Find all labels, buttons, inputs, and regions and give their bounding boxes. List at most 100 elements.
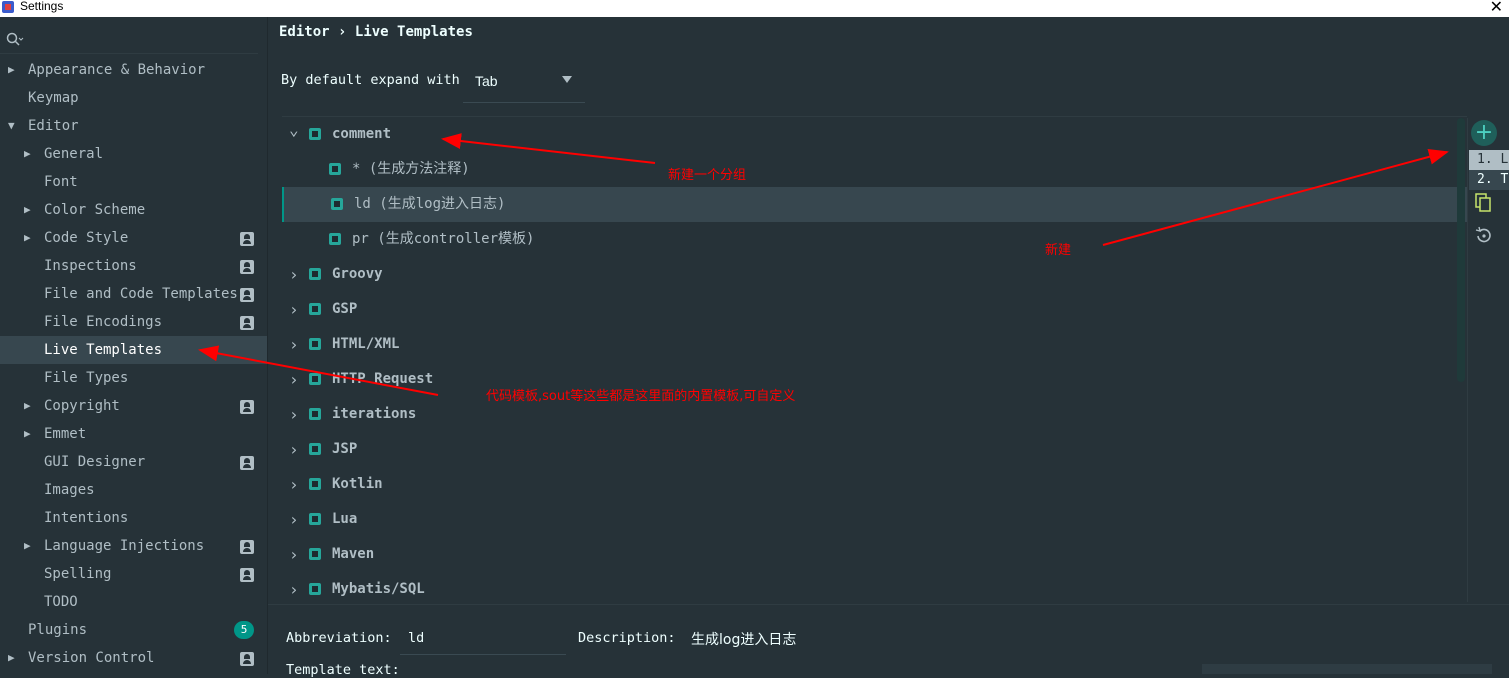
template-row[interactable]: * (生成方法注释): [282, 152, 1467, 187]
enabled-checkbox[interactable]: [309, 268, 321, 280]
sidebar-item-label: GUI Designer: [44, 454, 146, 470]
chevron-right-icon[interactable]: ›: [289, 362, 299, 397]
title-bar: Settings ✕: [0, 0, 1509, 17]
enabled-checkbox[interactable]: [309, 478, 321, 490]
enabled-checkbox[interactable]: [309, 128, 321, 140]
template-text-editor[interactable]: [1202, 664, 1492, 674]
template-group-row[interactable]: › Mybatis/SQL: [282, 572, 1467, 607]
expand-with-value: Tab: [475, 73, 498, 89]
checkmark-icon: [312, 411, 318, 417]
close-icon[interactable]: ✕: [1490, 0, 1503, 17]
template-group-row[interactable]: › Maven: [282, 537, 1467, 572]
template-group-row[interactable]: ⌄ comment: [282, 117, 1467, 152]
collapsed-arrow-icon[interactable]: ▶: [8, 644, 15, 672]
abbreviation-field[interactable]: [400, 622, 566, 655]
enabled-checkbox[interactable]: [329, 233, 341, 245]
sidebar-item-live-templates[interactable]: Live Templates: [0, 336, 267, 364]
collapsed-arrow-icon[interactable]: ▶: [24, 532, 31, 560]
template-row[interactable]: ld (生成log进入日志): [282, 187, 1469, 222]
collapsed-arrow-icon[interactable]: ▶: [24, 392, 31, 420]
template-label: * (生成方法注释): [352, 161, 470, 177]
chevron-down-icon[interactable]: ⌄: [289, 112, 299, 147]
expanded-arrow-icon[interactable]: ▼: [8, 112, 15, 140]
collapsed-arrow-icon[interactable]: ▶: [24, 420, 31, 448]
add-menu-item-live-template[interactable]: 1. L: [1469, 150, 1509, 170]
template-group-row[interactable]: › Kotlin: [282, 467, 1467, 502]
tree-scrollbar[interactable]: [1457, 118, 1465, 382]
enabled-checkbox[interactable]: [309, 373, 321, 385]
sidebar-item-emmet[interactable]: ▶ Emmet: [0, 420, 267, 448]
chevron-right-icon[interactable]: ›: [289, 432, 299, 467]
template-group-row[interactable]: › GSP: [282, 292, 1467, 327]
expand-with-label: By default expand with: [281, 72, 460, 88]
sidebar-item-label: Copyright: [44, 398, 120, 414]
chevron-down-icon: [562, 76, 572, 83]
sidebar-item-code-style[interactable]: ▶ Code Style: [0, 224, 267, 252]
chevron-right-icon[interactable]: ›: [289, 572, 299, 607]
chevron-right-icon[interactable]: ›: [289, 257, 299, 292]
add-icon[interactable]: +: [1471, 120, 1497, 146]
sidebar-item-file-and-code-templates[interactable]: File and Code Templates: [0, 280, 267, 308]
enabled-checkbox[interactable]: [331, 198, 343, 210]
chevron-right-icon[interactable]: ›: [289, 467, 299, 502]
sidebar-item-images[interactable]: Images: [0, 476, 267, 504]
enabled-checkbox[interactable]: [309, 583, 321, 595]
enabled-checkbox[interactable]: [329, 163, 341, 175]
template-group-row[interactable]: › iterations: [282, 397, 1467, 432]
sidebar-item-todo[interactable]: TODO: [0, 588, 267, 616]
enabled-checkbox[interactable]: [309, 513, 321, 525]
project-settings-icon: [240, 288, 254, 302]
sidebar-item-label: Spelling: [44, 566, 112, 582]
template-group-row[interactable]: › Lua: [282, 502, 1467, 537]
sidebar-item-intentions[interactable]: Intentions: [0, 504, 267, 532]
sidebar-search[interactable]: [0, 25, 258, 54]
project-settings-icon: [240, 316, 254, 330]
chevron-right-icon[interactable]: ›: [289, 502, 299, 537]
sidebar-item-editor[interactable]: ▼ Editor: [0, 112, 267, 140]
sidebar-item-appearance-behavior[interactable]: ▶ Appearance & Behavior: [0, 56, 267, 84]
sidebar-item-language-injections[interactable]: ▶ Language Injections: [0, 532, 267, 560]
collapsed-arrow-icon[interactable]: ▶: [24, 140, 31, 168]
breadcrumb: Editor › Live Templates: [279, 24, 473, 40]
collapsed-arrow-icon[interactable]: ▶: [8, 56, 15, 84]
chevron-right-icon[interactable]: ›: [289, 537, 299, 572]
sidebar-item-copyright[interactable]: ▶ Copyright: [0, 392, 267, 420]
copy-icon[interactable]: [1473, 192, 1495, 214]
sidebar-item-keymap[interactable]: Keymap: [0, 84, 267, 112]
collapsed-arrow-icon[interactable]: ▶: [24, 196, 31, 224]
sidebar-item-file-types[interactable]: File Types: [0, 364, 267, 392]
enabled-checkbox[interactable]: [309, 338, 321, 350]
enabled-checkbox[interactable]: [309, 443, 321, 455]
enabled-checkbox[interactable]: [309, 303, 321, 315]
sidebar-item-file-encodings[interactable]: File Encodings: [0, 308, 267, 336]
sidebar-item-version-control[interactable]: ▶ Version Control: [0, 644, 267, 672]
chevron-right-icon[interactable]: ›: [289, 397, 299, 432]
enabled-checkbox[interactable]: [309, 408, 321, 420]
sidebar-item-font[interactable]: Font: [0, 168, 267, 196]
sidebar-item-gui-designer[interactable]: GUI Designer: [0, 448, 267, 476]
sidebar-item-label: Language Injections: [44, 538, 205, 554]
template-group-row[interactable]: › HTML/XML: [282, 327, 1467, 362]
sidebar-item-label: Version Control: [28, 650, 155, 666]
sidebar-item-plugins[interactable]: Plugins 5: [0, 616, 267, 644]
expand-with-select[interactable]: Tab: [463, 66, 585, 103]
breadcrumb-parent[interactable]: Editor: [279, 24, 330, 40]
chevron-right-icon[interactable]: ›: [289, 292, 299, 327]
checkmark-icon: [312, 586, 318, 592]
restore-icon[interactable]: [1473, 225, 1495, 247]
template-group-row[interactable]: › Groovy: [282, 257, 1467, 292]
add-menu-item-template-group[interactable]: 2. T: [1477, 170, 1508, 190]
project-settings-icon: [240, 568, 254, 582]
sidebar-item-label: Inspections: [44, 258, 137, 274]
template-group-row[interactable]: › HTTP Request: [282, 362, 1467, 397]
sidebar-item-label: Code Style: [44, 230, 129, 246]
sidebar-item-general[interactable]: ▶ General: [0, 140, 267, 168]
collapsed-arrow-icon[interactable]: ▶: [24, 224, 31, 252]
sidebar-item-color-scheme[interactable]: ▶ Color Scheme: [0, 196, 267, 224]
template-row[interactable]: pr (生成controller模板): [282, 222, 1467, 257]
template-group-row[interactable]: › JSP: [282, 432, 1467, 467]
sidebar-item-spelling[interactable]: Spelling: [0, 560, 267, 588]
enabled-checkbox[interactable]: [309, 548, 321, 560]
sidebar-item-inspections[interactable]: Inspections: [0, 252, 267, 280]
chevron-right-icon[interactable]: ›: [289, 327, 299, 362]
